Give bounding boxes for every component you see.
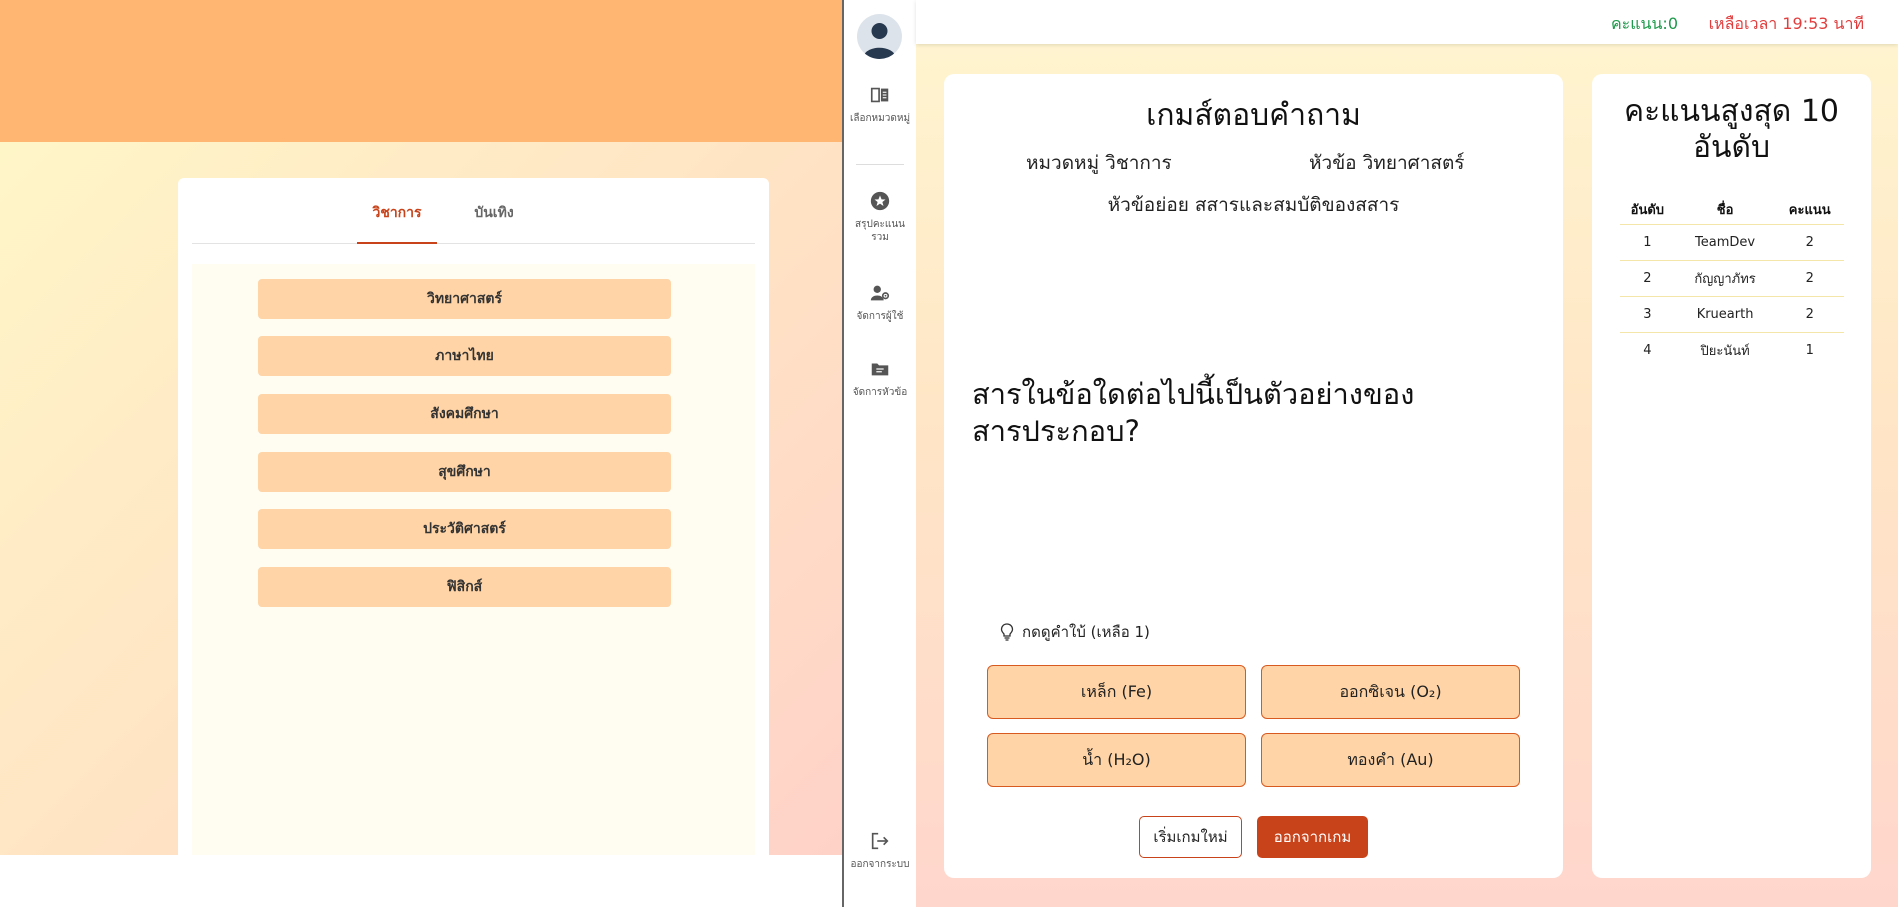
table-header-row: อันดับ ชื่อ คะแนน — [1620, 196, 1844, 224]
name-cell: กัญญาภัทร — [1674, 259, 1776, 296]
column-header-rank: อันดับ — [1630, 203, 1665, 219]
folder-icon — [871, 363, 889, 376]
subject-button-social[interactable]: สังคมศึกษา — [258, 394, 671, 434]
user-avatar-icon — [863, 23, 896, 59]
sidebar-item-summary[interactable]: สรุปคะแนนรวม — [844, 190, 916, 244]
sidebar-item-label: จัดการหัวข้อ — [852, 387, 908, 398]
left-header-band — [0, 0, 842, 142]
quit-game-button[interactable]: ออกจากเกม — [1257, 816, 1368, 858]
game-card: เกมส์ตอบคำถาม หมวดหมู่ วิชาการ หัวข้อ วิ… — [944, 74, 1563, 878]
subject-button-health[interactable]: สุขศึกษา — [258, 452, 671, 492]
answer-option-2[interactable]: ออกซิเจน (O₂) — [1261, 665, 1520, 719]
top-bar: คะแนน:0 เหลือเวลา 19:53 นาที — [916, 0, 1898, 44]
game-title: เกมส์ตอบคำถาม — [1146, 98, 1361, 133]
sidebar-item-logout[interactable]: ออกจากระบบ — [844, 830, 916, 871]
rank-cell: 2 — [1620, 259, 1675, 296]
table-row: 4 ปิยะนันท์ 1 — [1620, 331, 1844, 368]
restart-button[interactable]: เริ่มเกมใหม่ — [1139, 816, 1242, 858]
rank-cell: 1 — [1620, 223, 1675, 260]
hint-label: กดดูคำใบ้ (เหลือ 1) — [1022, 623, 1150, 641]
sidebar-item-label: สรุปคะแนนรวม — [855, 219, 905, 243]
question-text: สารในข้อใดต่อไปนี้เป็นตัวอย่างของสารประก… — [972, 377, 1415, 448]
topic-label: หัวข้อ วิทยาศาสตร์ — [1309, 152, 1465, 174]
star-icon — [870, 191, 890, 211]
sidebar: เลือกหมวดหมู่ สรุปคะแนนรวม จัดการผู้ใช้ — [844, 0, 916, 907]
rank-cell: 3 — [1620, 295, 1675, 332]
category-card: วิชาการ บันเทิง วิทยาศาสตร์ ภาษาไทย สังค… — [178, 178, 769, 855]
name-cell: TeamDev — [1674, 223, 1776, 260]
tab-entertainment[interactable]: บันเทิง — [454, 202, 534, 244]
hint-button[interactable]: กดดูคำใบ้ (เหลือ 1) — [1000, 620, 1150, 644]
category-label: หมวดหมู่ วิชาการ — [1026, 152, 1172, 174]
sidebar-item-users[interactable]: จัดการผู้ใช้ — [844, 282, 916, 323]
leaderboard-title: คะแนนสูงสุด 10 อันดับ — [1624, 94, 1839, 165]
table-row: 1 TeamDev 2 — [1620, 223, 1844, 260]
tab-academic[interactable]: วิชาการ — [357, 202, 437, 244]
subject-button-thai[interactable]: ภาษาไทย — [258, 336, 671, 376]
sidebar-item-topics[interactable]: จัดการหัวข้อ — [844, 358, 916, 399]
sidebar-item-categories[interactable]: เลือกหมวดหมู่ — [844, 84, 916, 125]
table-row: 2 กัญญาภัทร 2 — [1620, 259, 1844, 296]
sidebar-item-label: เลือกหมวดหมู่ — [849, 113, 911, 124]
sidebar-item-label: ออกจากระบบ — [850, 859, 910, 870]
score-cell: 2 — [1775, 295, 1844, 332]
quiz-app: เลือกหมวดหมู่ สรุปคะแนนรวม จัดการผู้ใช้ — [844, 0, 1898, 907]
name-cell: Kruearth — [1674, 295, 1776, 332]
name-cell: ปิยะนันท์ — [1674, 331, 1776, 368]
score-cell: 2 — [1775, 259, 1844, 296]
rank-cell: 4 — [1620, 331, 1675, 368]
answer-option-4[interactable]: ทองคำ (Au) — [1261, 733, 1520, 787]
answer-option-3[interactable]: น้ำ (H₂O) — [987, 733, 1246, 787]
subject-button-history[interactable]: ประวัติศาสตร์ — [258, 509, 671, 549]
subtopic-label: หัวข้อย่อย สสารและสมบัติของสสาร — [1107, 194, 1400, 216]
score-cell: 2 — [1775, 223, 1844, 260]
user-gear-icon — [870, 285, 890, 301]
column-header-name: ชื่อ — [1716, 203, 1734, 219]
avatar[interactable] — [857, 14, 902, 59]
subject-button-science[interactable]: วิทยาศาสตร์ — [258, 279, 671, 319]
category-tabs: วิชาการ บันเทิง — [192, 178, 755, 244]
timer-display: เหลือเวลา 19:53 นาที — [1708, 14, 1864, 33]
table-row: 3 Kruearth 2 — [1620, 295, 1844, 332]
score-display: คะแนน:0 — [1610, 14, 1678, 33]
book-icon — [870, 87, 889, 103]
leaderboard-card: คะแนนสูงสุด 10 อันดับ อันดับ ชื่อ คะแนน … — [1592, 74, 1871, 878]
score-cell: 1 — [1775, 331, 1844, 368]
column-header-score: คะแนน — [1788, 203, 1831, 219]
subject-list: วิทยาศาสตร์ ภาษาไทย สังคมศึกษา สุขศึกษา … — [192, 264, 755, 855]
answer-option-1[interactable]: เหล็ก (Fe) — [987, 665, 1246, 719]
lightbulb-icon — [1000, 623, 1014, 641]
sidebar-divider — [856, 164, 904, 165]
left-window: วิชาการ บันเทิง วิทยาศาสตร์ ภาษาไทย สังค… — [0, 0, 842, 907]
subject-button-physics[interactable]: ฟิสิกส์ — [258, 567, 671, 607]
sidebar-item-label: จัดการผู้ใช้ — [856, 311, 904, 322]
logout-icon — [871, 832, 889, 850]
leaderboard-table: อันดับ ชื่อ คะแนน 1 TeamDev 2 2 กัญญาภัท… — [1620, 196, 1844, 368]
